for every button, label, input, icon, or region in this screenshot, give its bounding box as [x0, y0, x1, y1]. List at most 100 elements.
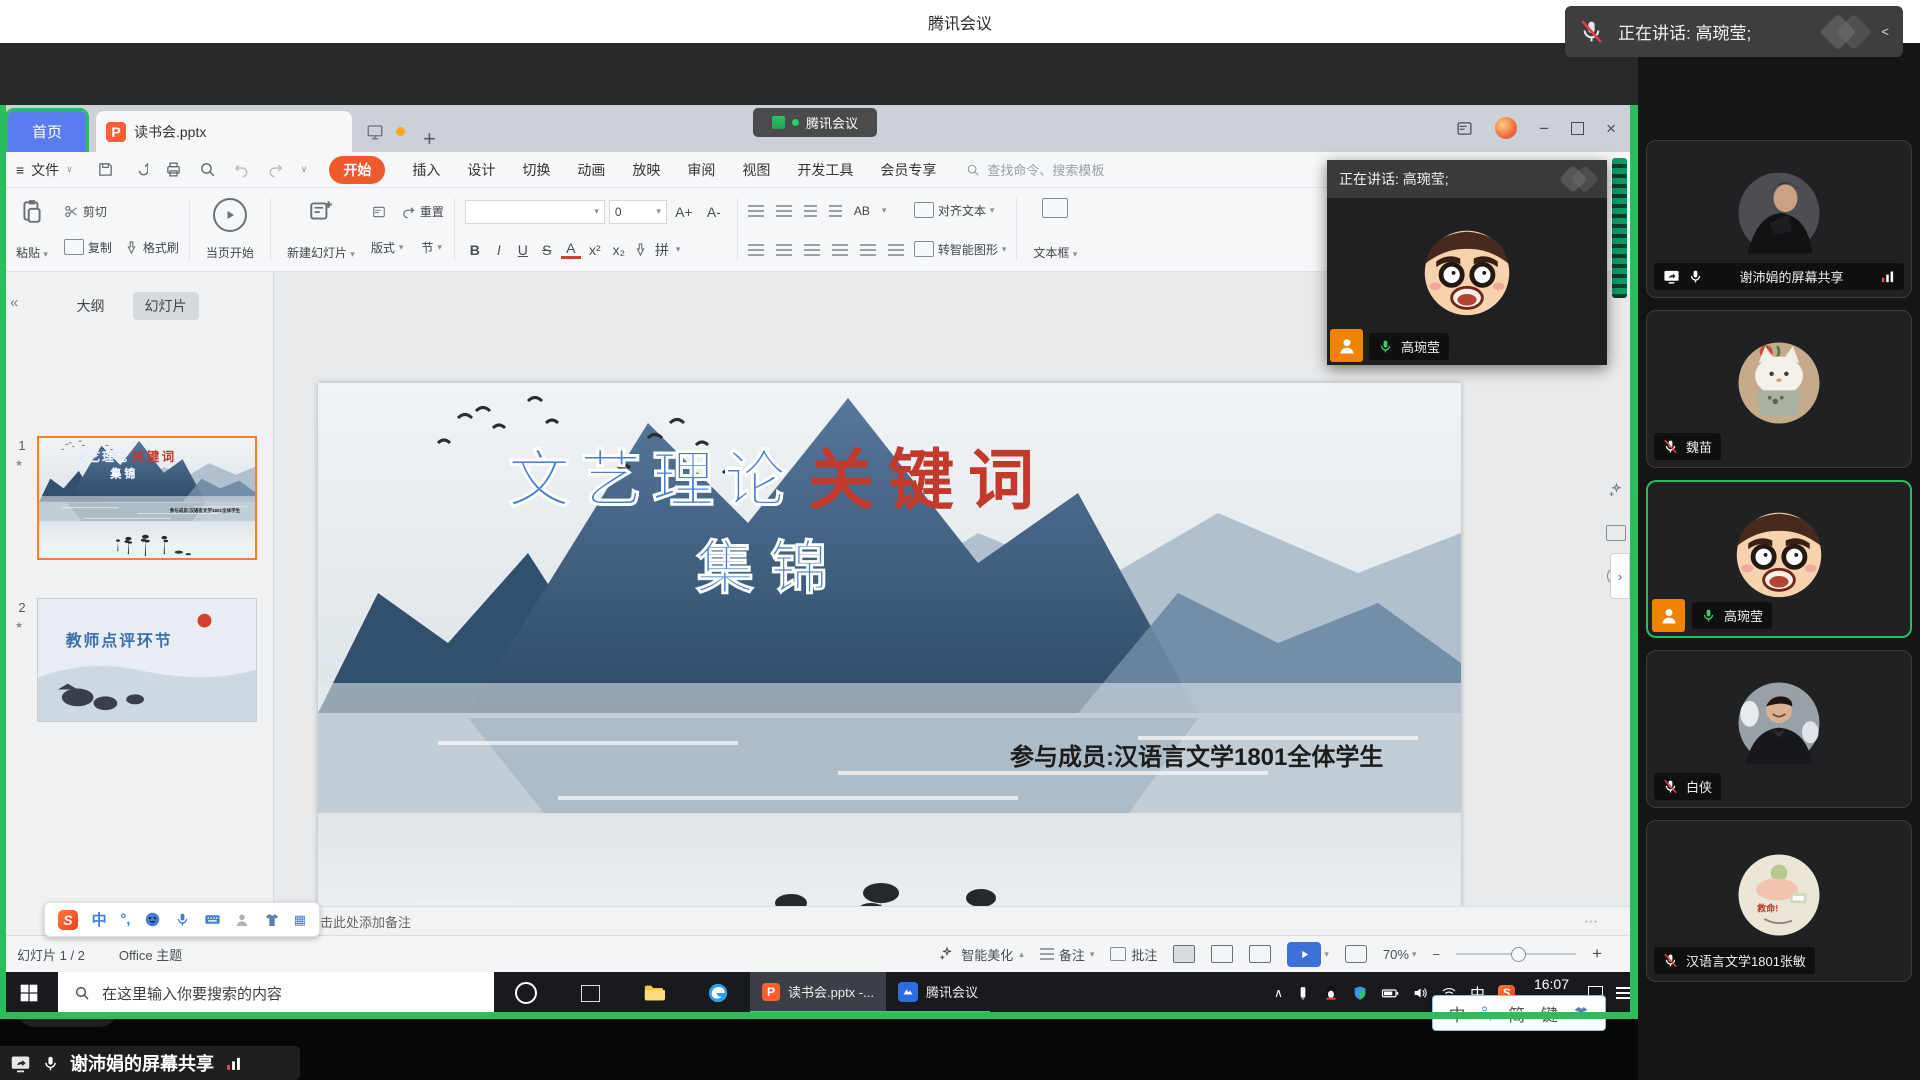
screen-share-banner[interactable]: 谢沛娟的屏幕共享	[0, 1046, 300, 1080]
strikethrough-button[interactable]: S	[537, 242, 557, 258]
floating-window-header[interactable]: 正在讲话: 高琬莹;	[1327, 160, 1607, 198]
outline-tab[interactable]: 大纲	[75, 292, 107, 320]
section-button[interactable]: 节	[421, 239, 433, 256]
distribute-icon[interactable]	[860, 244, 876, 256]
to-smartart-button[interactable]: 转智能图形	[938, 241, 998, 258]
font-color-button[interactable]: A	[561, 240, 581, 259]
tab-review[interactable]: 审阅	[687, 160, 715, 180]
align-center-icon[interactable]	[776, 244, 792, 256]
zoom-level[interactable]: 70%▾	[1383, 947, 1417, 962]
floating-speaker-window[interactable]: 正在讲话: 高琬莹; 高琬莹	[1327, 160, 1607, 365]
grow-font-button[interactable]: A+	[671, 204, 697, 220]
copy-button[interactable]: 复制 格式刷	[64, 239, 179, 256]
participant-tile-gaowanying[interactable]: 高琬莹	[1646, 480, 1912, 638]
toolbox-icon[interactable]	[234, 912, 250, 928]
zoom-in-button[interactable]: +	[1592, 944, 1602, 964]
beautify-button[interactable]: 智能美化▴	[939, 945, 1024, 964]
indent-icon[interactable]	[829, 205, 842, 217]
command-search[interactable]: 查找命令、搜索模板	[966, 160, 1104, 179]
export-icon[interactable]	[131, 161, 148, 178]
slide-sorter-view-button[interactable]	[1211, 945, 1233, 963]
ime-punct-icon[interactable]: °,	[120, 911, 130, 928]
split-view-icon[interactable]	[1456, 120, 1473, 137]
speaker-icon[interactable]	[1412, 985, 1428, 1001]
participant-tile-weimiao[interactable]: 魏苗	[1646, 310, 1912, 468]
tab-developer[interactable]: 开发工具	[797, 160, 853, 180]
new-slide-button[interactable]: 新建幻灯片 ▾	[281, 194, 361, 265]
save-icon[interactable]	[97, 161, 114, 178]
cut-button[interactable]: 剪切	[64, 203, 179, 220]
notes-toggle-button[interactable]: 备注▾	[1040, 945, 1095, 964]
collapse-toast-icon[interactable]: <	[1881, 24, 1889, 39]
numbering-icon[interactable]	[776, 205, 792, 217]
battery-icon[interactable]	[1381, 984, 1399, 1002]
qq-tray-icon[interactable]	[1323, 985, 1339, 1001]
zoom-slider[interactable]	[1456, 953, 1576, 955]
participant-tile-baixia[interactable]: 白侠	[1646, 650, 1912, 808]
superscript-button[interactable]: x²	[585, 242, 605, 258]
align-text-button[interactable]: 对齐文本	[938, 202, 986, 219]
expand-pane-button[interactable]: ›	[1610, 553, 1630, 599]
italic-button[interactable]: I	[489, 242, 509, 258]
text-direction-button[interactable]: AB	[854, 204, 870, 218]
underline-button[interactable]: U	[513, 242, 533, 258]
minimize-button[interactable]: −	[1539, 120, 1549, 137]
file-menu[interactable]: ≡ 文件 ∨	[16, 160, 73, 180]
theme-name[interactable]: Office 主题	[119, 945, 182, 964]
more-commands-icon[interactable]: ∨	[301, 164, 308, 175]
columns-icon[interactable]	[888, 244, 904, 256]
security-shield-icon[interactable]	[1352, 985, 1368, 1001]
skin-icon[interactable]	[264, 912, 280, 928]
slideshow-play-button[interactable]	[1287, 942, 1321, 967]
beautify-sparkle-icon[interactable]	[1608, 482, 1625, 499]
print-preview-icon[interactable]	[199, 161, 216, 178]
wps-document-tab[interactable]: P 读书会.pptx	[96, 111, 352, 152]
print-icon[interactable]	[165, 161, 182, 178]
font-size-combo[interactable]: 0▾	[609, 200, 667, 224]
file-explorer-button[interactable]	[622, 972, 686, 1014]
sogou-logo-icon[interactable]: S	[58, 910, 78, 930]
slide1-thumbnail[interactable]	[37, 436, 257, 560]
bold-button[interactable]: B	[465, 242, 485, 258]
new-document-tab-button[interactable]: +	[423, 126, 436, 152]
tab-view[interactable]: 视图	[742, 160, 770, 180]
bullets-icon[interactable]	[748, 205, 764, 217]
align-left-icon[interactable]	[748, 244, 764, 256]
outdent-icon[interactable]	[804, 205, 817, 217]
ime-lang-icon[interactable]: 中	[92, 909, 107, 930]
ime-toolbar[interactable]: S 中 °, ▦	[44, 902, 320, 937]
wps-task-button[interactable]: P 读书会.pptx -...	[750, 972, 886, 1014]
normal-view-button[interactable]	[1173, 945, 1195, 963]
slides-tab[interactable]: 幻灯片	[133, 292, 199, 320]
format-painter-button[interactable]: 格式刷	[143, 239, 179, 256]
participant-tile-zhangmin[interactable]: 汉语言文学1801张敏	[1646, 820, 1912, 982]
font-family-combo[interactable]: ▾	[465, 200, 605, 224]
tab-design[interactable]: 设计	[467, 160, 495, 180]
layout-button[interactable]: 版式	[371, 239, 395, 256]
start-button[interactable]	[0, 972, 58, 1014]
zoom-slider-knob[interactable]	[1511, 947, 1526, 962]
phone-tray-icon[interactable]	[1296, 986, 1310, 1000]
reading-view-button[interactable]	[1249, 945, 1271, 963]
meeting-floating-badge[interactable]: 腾讯会议	[753, 108, 877, 137]
edge-button[interactable]	[686, 972, 750, 1014]
task-view-button[interactable]	[558, 972, 622, 1014]
clipboard-pane-icon[interactable]	[1606, 525, 1626, 541]
play-from-current-button[interactable]: 当页开始	[200, 194, 260, 265]
maximize-button[interactable]	[1571, 122, 1584, 135]
fit-slide-button[interactable]	[1345, 945, 1367, 963]
zoom-out-button[interactable]: −	[1432, 947, 1440, 962]
paste-button[interactable]: 粘贴 ▾	[10, 194, 54, 265]
undo-icon[interactable]	[233, 161, 250, 178]
clear-format-icon[interactable]	[633, 242, 648, 257]
subscript-button[interactable]: x₂	[609, 242, 629, 258]
shrink-font-button[interactable]: A-	[701, 204, 727, 220]
reset-button[interactable]: 重置	[420, 203, 444, 220]
align-right-icon[interactable]	[804, 244, 820, 256]
textbox-button[interactable]: 文本框 ▾	[1027, 194, 1083, 265]
tab-slideshow[interactable]: 放映	[632, 160, 660, 180]
tab-insert[interactable]: 插入	[412, 160, 440, 180]
tab-member[interactable]: 会员专享	[880, 160, 936, 180]
play-options-icon[interactable]: ▾	[1324, 949, 1329, 960]
emoji-icon[interactable]	[144, 911, 161, 928]
